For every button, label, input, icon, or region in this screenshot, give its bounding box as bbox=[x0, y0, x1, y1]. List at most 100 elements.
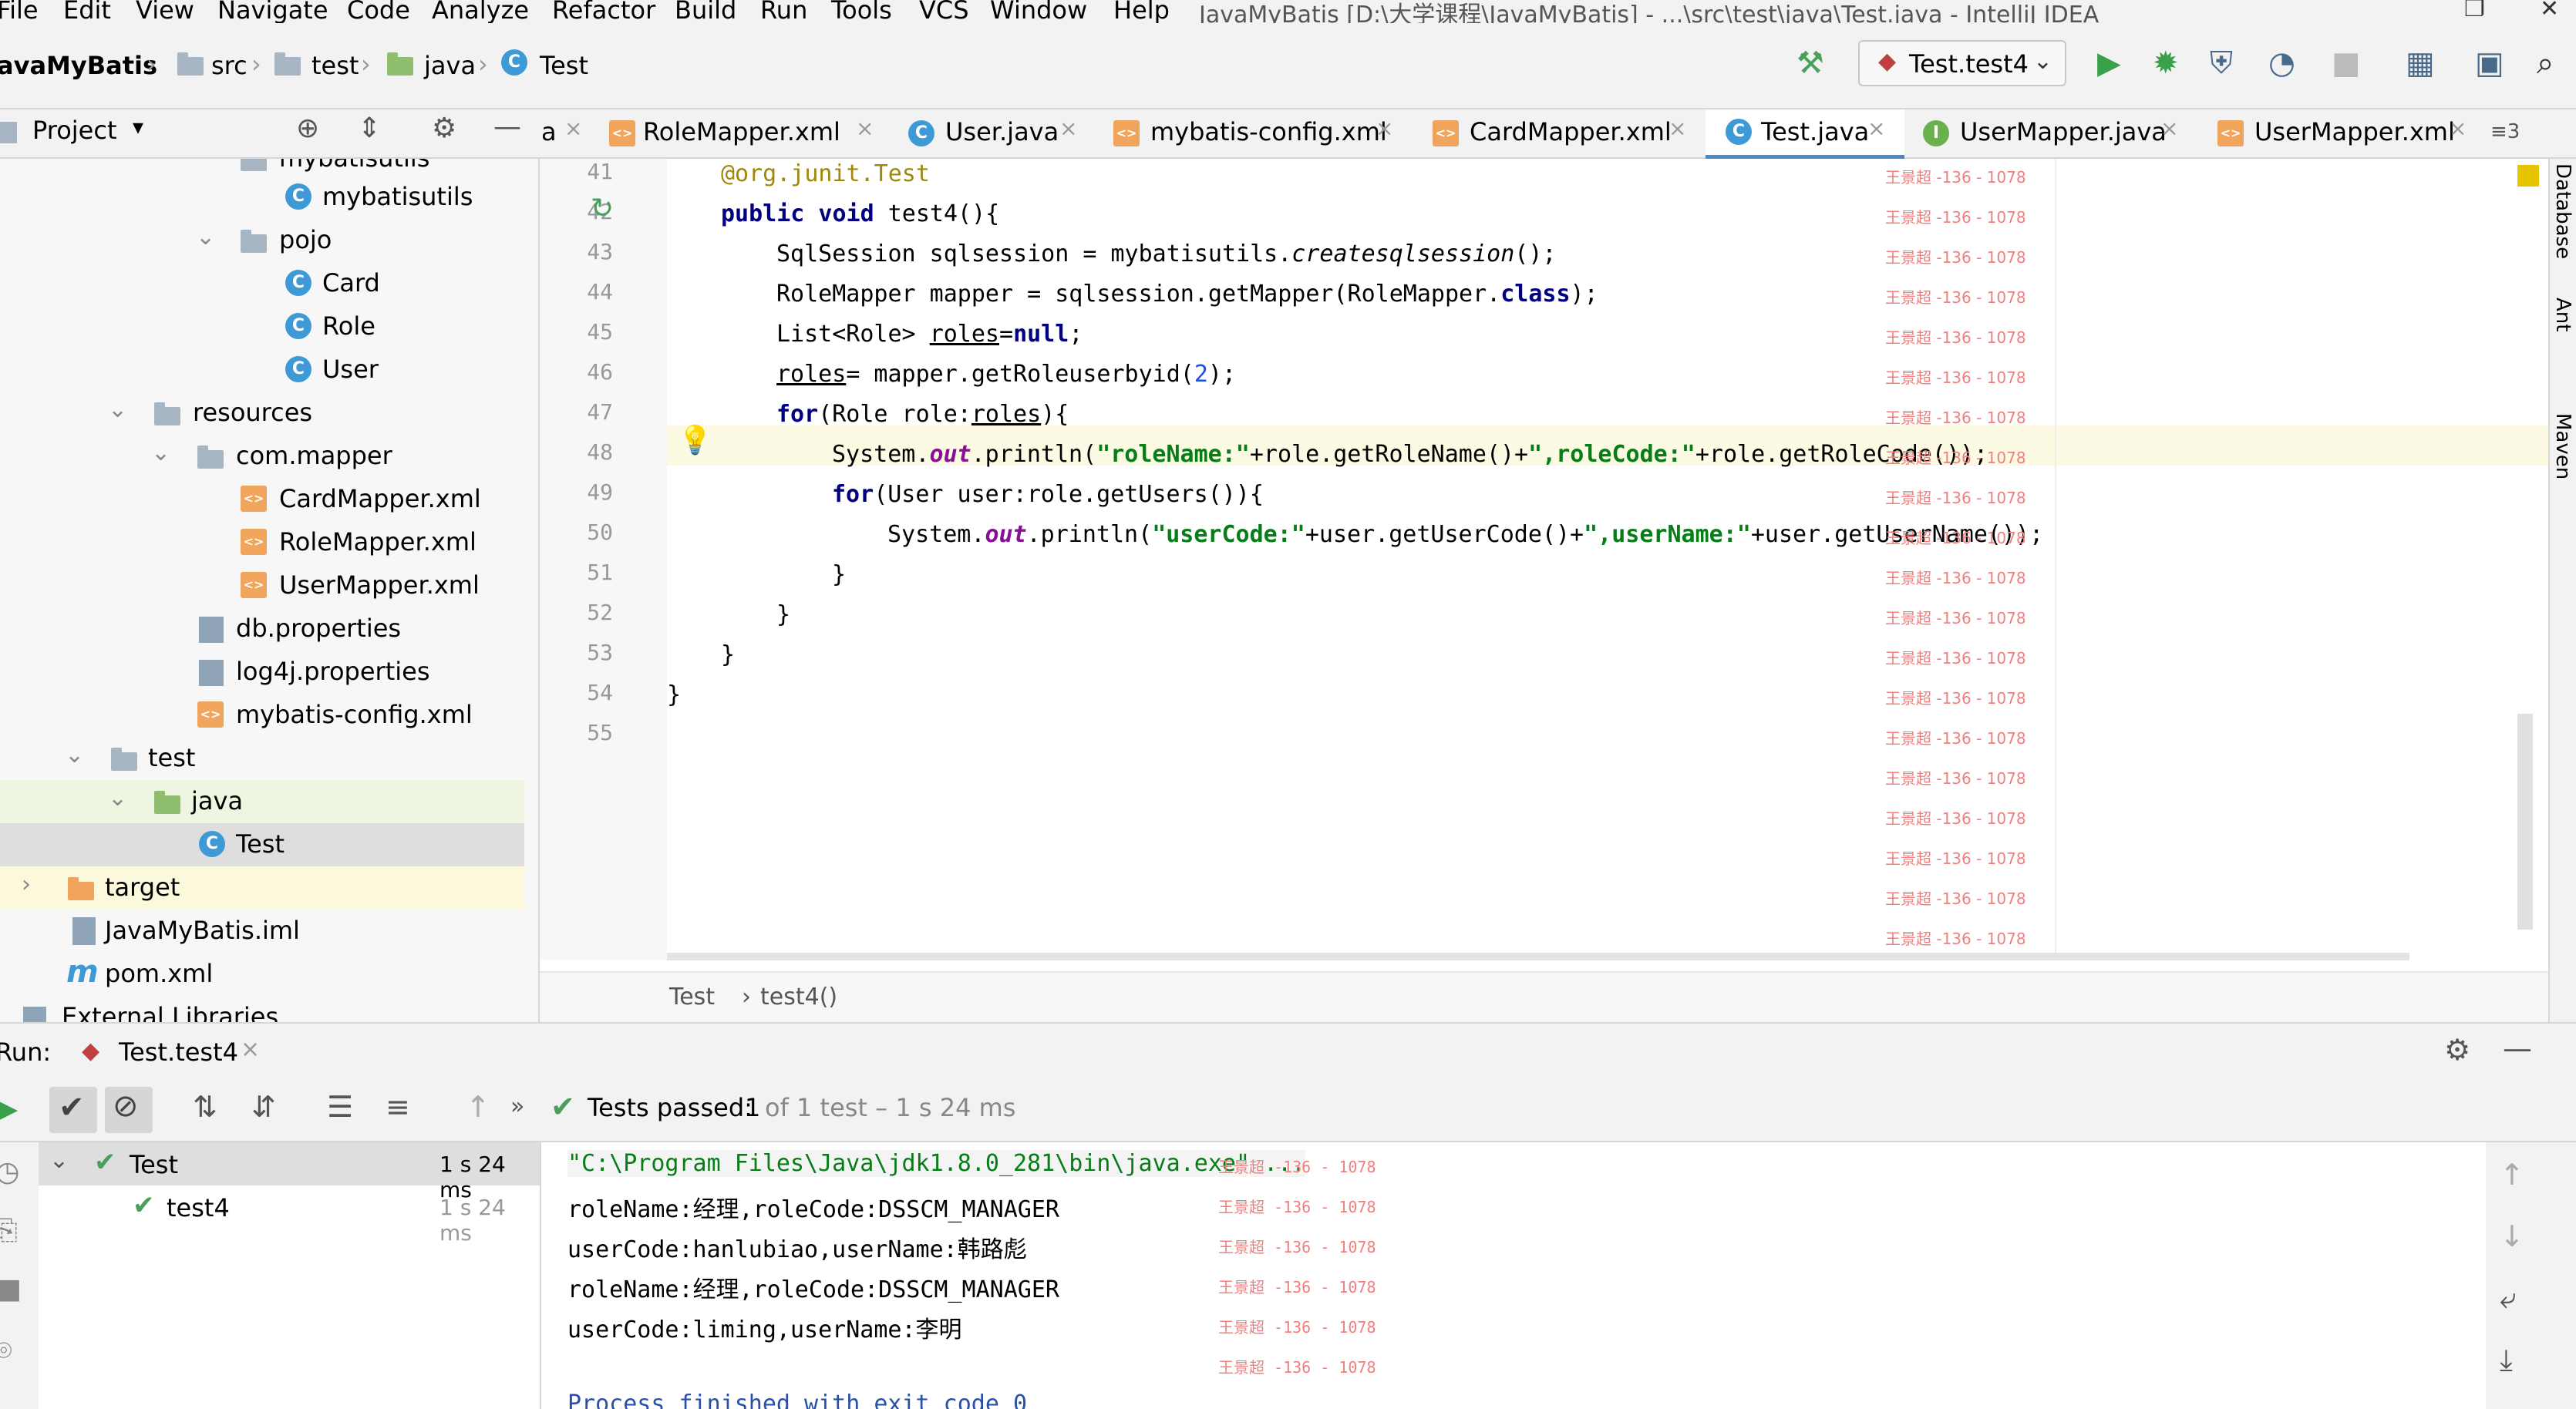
gear-icon[interactable]: ⚙ bbox=[2444, 1033, 2470, 1067]
tab-user-java[interactable]: C User.java × bbox=[905, 109, 1098, 159]
close-icon[interactable]: × bbox=[1376, 116, 1393, 141]
expand-all-icon[interactable]: ☰ bbox=[327, 1090, 353, 1124]
tab-overflow-menu[interactable]: ≡3 bbox=[2490, 120, 2520, 143]
close-icon[interactable]: × bbox=[564, 116, 582, 141]
gear-icon[interactable]: ⚙ bbox=[432, 113, 456, 144]
run-configuration-select[interactable]: ◆ Test.test4 ⌄ bbox=[1858, 40, 2066, 86]
tree-item[interactable]: C Role bbox=[0, 305, 524, 348]
menu-help[interactable]: Help bbox=[1113, 0, 1170, 23]
rerun-icon[interactable]: ▶ bbox=[0, 1091, 18, 1125]
console-output[interactable]: "C:\Program Files\Java\jdk1.8.0_281\bin\… bbox=[543, 1142, 2486, 1409]
close-icon[interactable]: × bbox=[1867, 116, 1885, 141]
tree-item[interactable]: db.properties bbox=[0, 607, 524, 651]
tab-rolemapper-xml[interactable]: <> RoleMapper.xml × bbox=[609, 109, 887, 159]
chevron-right-icon[interactable]: › bbox=[22, 871, 31, 898]
tree-item[interactable]: <> mybatis-config.xml bbox=[0, 694, 524, 737]
tree-item[interactable]: ⌄ com.mapper bbox=[0, 435, 524, 478]
close-icon[interactable]: × bbox=[2449, 116, 2467, 141]
crumb-java[interactable]: java bbox=[424, 51, 476, 80]
project-panel-title[interactable]: Project bbox=[32, 116, 116, 145]
close-icon[interactable]: × bbox=[2160, 116, 2178, 141]
minimize-icon[interactable]: — bbox=[493, 111, 521, 143]
crumb-test[interactable]: test bbox=[311, 51, 359, 80]
tree-item[interactable]: ⌄ resources bbox=[0, 392, 524, 435]
tree-item[interactable]: JavaMyBatis.iml bbox=[0, 910, 524, 953]
tree-item[interactable]: ⌄ test bbox=[0, 737, 524, 780]
history-icon[interactable]: ◷ bbox=[0, 1156, 19, 1188]
menu-window[interactable]: Window bbox=[990, 0, 1087, 23]
menu-vcs[interactable]: VCS bbox=[919, 0, 969, 23]
run-tab-label[interactable]: Test.test4 bbox=[119, 1037, 238, 1067]
vertical-scrollbar[interactable] bbox=[2517, 714, 2533, 930]
search-icon[interactable]: ⌕ bbox=[2537, 46, 2554, 80]
tree-item[interactable]: ⌄ java bbox=[0, 780, 524, 823]
maximize-icon[interactable]: ❐ bbox=[2464, 0, 2485, 22]
collapse-all-icon[interactable]: ≡ bbox=[386, 1090, 410, 1124]
close-icon[interactable]: × bbox=[1059, 116, 1077, 141]
warning-marker-icon[interactable] bbox=[2517, 165, 2539, 187]
minimize-icon[interactable]: — bbox=[2503, 1031, 2532, 1065]
more-actions-icon[interactable]: » bbox=[510, 1093, 524, 1120]
test-row[interactable]: ✔ test4 1 s 24 ms bbox=[39, 1185, 540, 1246]
tree-item[interactable]: <> UserMapper.xml bbox=[0, 564, 524, 607]
code-editor[interactable]: 💡 @org.junit.Test public void test4(){ S… bbox=[667, 159, 2548, 960]
tree-item[interactable]: ⌄ pojo bbox=[0, 219, 524, 262]
terminal-icon[interactable]: ▣ bbox=[2475, 46, 2504, 80]
chevron-down-icon[interactable]: ⌄ bbox=[49, 1147, 69, 1174]
tree-item[interactable]: log4j.properties bbox=[0, 651, 524, 694]
crumb-project[interactable]: avaMyBatis bbox=[0, 51, 157, 80]
locate-icon[interactable]: ⊕ bbox=[296, 113, 319, 144]
tab-usermapper-java[interactable]: I UserMapper.java × bbox=[1920, 109, 2190, 159]
stop-icon[interactable]: ■ bbox=[0, 1273, 22, 1305]
menu-build[interactable]: Build bbox=[675, 0, 736, 23]
menu-edit[interactable]: Edit bbox=[63, 0, 111, 23]
ant-tool-button[interactable]: Ant bbox=[2551, 298, 2574, 331]
tree-item[interactable]: <> CardMapper.xml bbox=[0, 478, 524, 521]
debug-icon[interactable]: ✹ bbox=[2153, 46, 2179, 80]
breadcrumb-class[interactable]: Test bbox=[669, 984, 715, 1011]
tab-partial[interactable]: a × bbox=[540, 109, 601, 159]
scroll-down-icon[interactable]: ↓ bbox=[2500, 1219, 2524, 1253]
chevron-down-icon[interactable]: ⌄ bbox=[196, 224, 215, 251]
tab-mybatis-config-xml[interactable]: <> mybatis-config.xml × bbox=[1110, 109, 1403, 159]
profile-icon[interactable]: ◔ bbox=[2268, 46, 2295, 80]
scroll-to-end-icon[interactable]: ⤓ bbox=[2500, 1343, 2513, 1377]
previous-failed-icon[interactable]: ↑ bbox=[466, 1090, 490, 1124]
camera-icon[interactable]: ⌾ bbox=[0, 1335, 12, 1367]
tree-item[interactable]: <> RoleMapper.xml bbox=[0, 521, 524, 564]
chevron-down-icon[interactable]: ▾ bbox=[133, 114, 143, 140]
tree-item[interactable]: External Libraries bbox=[0, 996, 524, 1022]
tab-usermapper-xml[interactable]: <> UserMapper.xml × bbox=[2214, 109, 2484, 159]
sort-duration-icon[interactable]: ⇵ bbox=[251, 1090, 276, 1124]
menu-run[interactable]: Run bbox=[760, 0, 807, 23]
menu-view[interactable]: View bbox=[136, 0, 194, 23]
scroll-up-icon[interactable]: ↑ bbox=[2500, 1158, 2524, 1192]
breadcrumb-method[interactable]: test4() bbox=[760, 984, 837, 1011]
project-structure-icon[interactable]: ▦ bbox=[2406, 46, 2435, 80]
chevron-down-icon[interactable]: ⌄ bbox=[65, 741, 84, 768]
close-icon[interactable]: × bbox=[1669, 116, 1686, 141]
export-icon[interactable]: ⎘ bbox=[0, 1215, 18, 1247]
close-icon[interactable]: × bbox=[856, 116, 874, 141]
test-row-selected[interactable]: ⌄ ✔ Test 1 s 24 ms bbox=[39, 1142, 540, 1202]
tree-item[interactable]: C Card bbox=[0, 262, 524, 305]
collapse-all-icon[interactable]: ⇕ bbox=[358, 113, 381, 144]
build-hammer-icon[interactable]: ⚒ bbox=[1796, 46, 1824, 80]
sort-alpha-icon[interactable]: ⇅ bbox=[193, 1090, 217, 1124]
database-tool-button[interactable]: Database bbox=[2551, 163, 2574, 259]
maven-tool-button[interactable]: Maven bbox=[2551, 413, 2574, 479]
menu-navigate[interactable]: Navigate bbox=[217, 0, 328, 23]
menu-refactor[interactable]: Refactor bbox=[552, 0, 655, 23]
stop-icon[interactable]: ■ bbox=[2332, 46, 2361, 80]
tab-cardmapper-xml[interactable]: <> CardMapper.xml × bbox=[1429, 109, 1707, 159]
soft-wrap-icon[interactable]: ⤶ bbox=[2500, 1281, 2516, 1316]
tree-item[interactable]: › target bbox=[0, 866, 524, 910]
run-test-gutter-icon[interactable]: ↻ bbox=[591, 193, 614, 224]
lightbulb-icon[interactable]: 💡 bbox=[678, 424, 712, 456]
horizontal-scrollbar[interactable] bbox=[667, 953, 2409, 960]
coverage-icon[interactable]: ⛨ bbox=[2210, 46, 2233, 80]
tree-item-selected[interactable]: C Test bbox=[0, 823, 524, 866]
tree-item[interactable]: m pom.xml bbox=[0, 953, 524, 996]
tree-item[interactable]: C User bbox=[0, 348, 524, 392]
close-icon[interactable]: × bbox=[241, 1036, 260, 1063]
